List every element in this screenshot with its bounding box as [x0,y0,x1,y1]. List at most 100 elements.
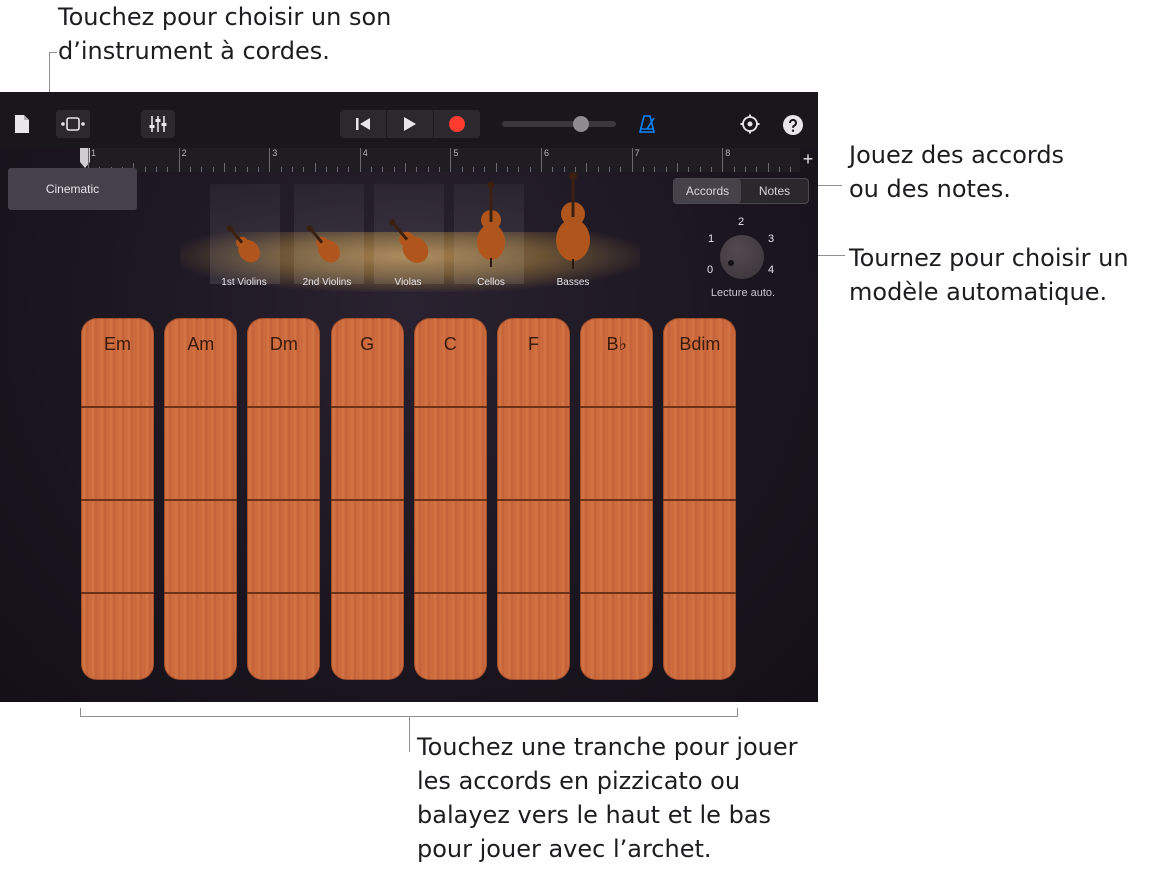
bracket-left [80,708,81,717]
chord-strip-0[interactable]: Em [81,318,154,680]
chord-label: F [528,334,539,354]
ruler-bar-number: 5 [453,148,459,158]
chord-strip-6[interactable]: B♭ [580,318,654,680]
ruler-bar-tick [450,148,452,172]
ruler-beat-tick [642,167,644,172]
instrument-label-1st-violins: 1st Violins [221,277,267,288]
ruler-bar-tick [178,148,180,172]
ruler-beat-tick [461,167,463,172]
ruler-beat-tick [212,167,214,172]
chord-strip-7[interactable]: Bdim [663,318,737,680]
ruler-bar-number: 3 [272,148,278,158]
chord-slice-divider [247,499,321,501]
autoplay-knob-indicator [728,260,734,266]
cello-icon [477,181,505,267]
instrument-basses[interactable] [553,170,593,275]
settings-button[interactable] [739,113,761,135]
document-icon [15,115,29,133]
instrument-cellos[interactable] [474,180,508,273]
volume-slider-thumb[interactable] [572,116,589,132]
browser-button[interactable] [56,110,90,138]
ruler-bar-number: 7 [634,148,640,158]
ruler-beat-tick [620,167,622,172]
ruler-beat-tick [495,163,497,172]
instrument-2nd-violins[interactable] [302,220,346,275]
ruler-bar-tick [359,148,361,172]
ruler-beat-tick [597,167,599,172]
skip-back-icon [356,118,370,130]
ruler-beat-tick [235,167,237,172]
master-volume-slider[interactable] [502,116,616,132]
record-button[interactable] [433,110,480,138]
mixer-button[interactable] [141,110,175,138]
transport-controls [340,110,480,138]
chord-strip-1[interactable]: Am [164,318,238,680]
chord-slice-divider [81,499,154,501]
autoplay-position-4: 4 [768,264,775,276]
timeline-ruler[interactable]: 1 2 3 4 5 6 7 8 [80,148,800,172]
chords-notes-toggle: Accords Notes [673,178,809,204]
chord-label: Bdim [679,334,721,354]
metronome-button[interactable] [636,112,658,136]
chord-strip-2[interactable]: Dm [247,318,321,680]
chord-strip-3[interactable]: G [330,318,404,680]
ruler-bar-tick [541,148,542,172]
ruler-beat-tick [257,167,259,172]
chord-slice-divider [81,406,154,408]
bass-icon [556,172,590,269]
chord-slice-divider [663,406,737,408]
chord-slice-divider [580,406,654,408]
chords-mode-button[interactable]: Accords [674,179,741,203]
ruler-beat-tick [155,167,157,172]
mixer-sliders-icon [149,116,167,132]
instrument-sound-button[interactable]: Cinematic [8,168,137,210]
instrument-1st-violins[interactable] [222,220,266,275]
ruler-beat-tick [676,163,678,172]
chord-strip-4[interactable]: C [413,318,487,680]
ruler-beat-tick [291,167,293,172]
notes-mode-button[interactable]: Notes [741,179,808,203]
callout-autoplay: Tournez pour choisir un modèle automatiq… [849,244,1129,306]
ruler-bar-number: 8 [725,148,731,158]
add-section-button[interactable]: + [798,148,818,172]
play-button[interactable] [386,110,433,138]
bracket-stem [409,716,410,752]
help-icon [789,118,797,132]
chord-slice-divider [413,592,487,594]
viola-icon [389,219,429,263]
ruler-beat-tick [371,167,373,172]
instrument-violas[interactable] [383,212,435,277]
ruler-beat-tick [529,167,531,172]
chord-slice-divider [413,406,487,408]
metronome-icon [638,115,656,133]
garageband-strings-window: 1 2 3 4 5 6 7 8 + Cinematic 1st Violins 2nd Vio… [0,92,818,702]
chord-slice-divider [81,592,154,594]
autoplay-position-1: 1 [708,233,715,245]
chord-slice-divider [247,592,321,594]
go-to-beginning-button[interactable] [340,110,386,138]
instrument-label-basses: Basses [556,277,590,288]
callout-strips: Touchez une tranche pour jouer les accor… [417,733,798,863]
chord-slice-divider [580,592,654,594]
ruler-beat-tick [337,167,339,172]
control-bar [0,92,818,148]
ruler-beat-tick [790,167,792,172]
chord-strip-5[interactable]: F [497,318,570,680]
autoplay-position-0: 0 [707,264,714,276]
my-songs-button[interactable] [12,112,32,136]
violin-icon [226,225,261,263]
callout-chords-notes: Jouez des accords ou des notes. [849,141,1065,203]
ruler-beat-tick [348,167,350,172]
ruler-beat-tick [688,167,690,172]
ruler-beat-tick [314,163,316,172]
chord-slice-divider [164,499,238,501]
ruler-beat-tick [144,167,146,172]
gear-icon [740,114,760,134]
ruler-beat-tick [654,167,656,172]
ruler-beat-tick [223,163,225,172]
tracks-view-icon [61,117,85,131]
chord-slice-divider [497,499,570,501]
ruler-bar-tick [269,148,271,172]
autoplay-knob[interactable] [720,235,764,279]
help-button[interactable] [783,115,803,135]
